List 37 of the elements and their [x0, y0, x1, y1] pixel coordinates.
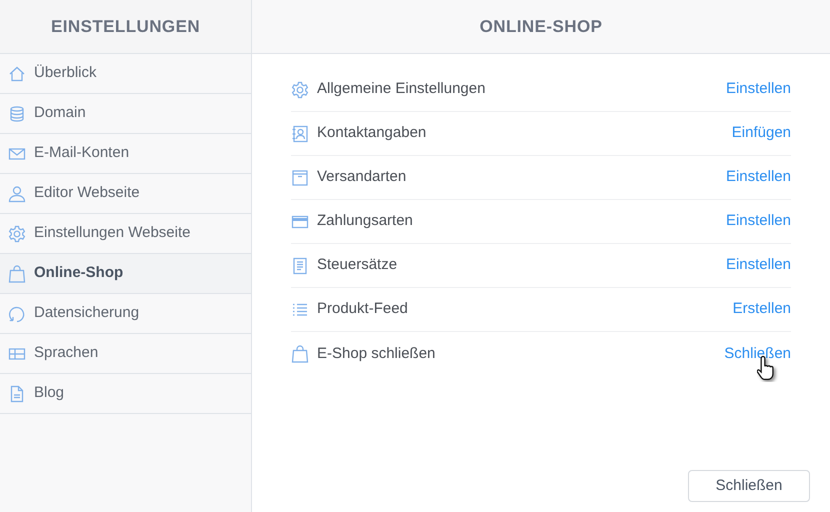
- sidebar-item[interactable]: E-Mail-Konten: [0, 134, 251, 174]
- action-link[interactable]: Einstellen: [726, 254, 791, 277]
- home-icon: [8, 64, 26, 82]
- sidebar-item[interactable]: Editor Webseite: [0, 174, 251, 214]
- document-icon: [8, 384, 26, 402]
- setting-label: Allgemeine Einstellungen: [317, 79, 486, 100]
- panel-title: ONLINE-SHOP: [480, 16, 602, 38]
- circular-arrow-icon: [8, 304, 26, 322]
- gear-icon: [8, 224, 26, 242]
- sidebar-item[interactable]: Domain: [0, 94, 251, 134]
- setting-label: E-Shop schließen: [317, 344, 436, 364]
- shopping-bag-icon: [291, 345, 309, 363]
- sidebar-item[interactable]: Sprachen: [0, 334, 251, 374]
- action-link[interactable]: Einstellen: [726, 78, 791, 101]
- database-icon: [8, 104, 26, 122]
- action-link[interactable]: Einfügen: [732, 122, 791, 145]
- setting-label: Kontaktangaben: [317, 123, 428, 144]
- setting-label: Zahlungsarten: [317, 211, 414, 232]
- action-link[interactable]: Erstellen: [732, 298, 791, 321]
- setting-label: Versandarten: [317, 167, 408, 188]
- close-button[interactable]: Schließen: [688, 470, 810, 502]
- sidebar-item[interactable]: Datensicherung: [0, 294, 251, 334]
- sidebar-item[interactable]: Online-Shop: [0, 254, 251, 294]
- setting-label: Produkt-Feed: [317, 299, 409, 320]
- receipt-icon: [291, 256, 309, 274]
- gear-icon: [291, 80, 309, 98]
- sidebar-title: EINSTELLUNGEN: [50, 16, 200, 38]
- contact-card-icon: [291, 124, 309, 142]
- user-icon: [8, 184, 26, 202]
- setting-label: Steuersätze: [317, 255, 398, 276]
- action-link[interactable]: Einstellen: [726, 210, 791, 233]
- shopping-bag-icon: [8, 264, 26, 282]
- action-link[interactable]: Einstellen: [726, 166, 791, 189]
- box-icon: [291, 168, 309, 186]
- action-link[interactable]: Schließen: [724, 342, 791, 366]
- sidebar-item[interactable]: Blog: [0, 374, 251, 414]
- sidebar-item[interactable]: Überblick: [0, 54, 251, 94]
